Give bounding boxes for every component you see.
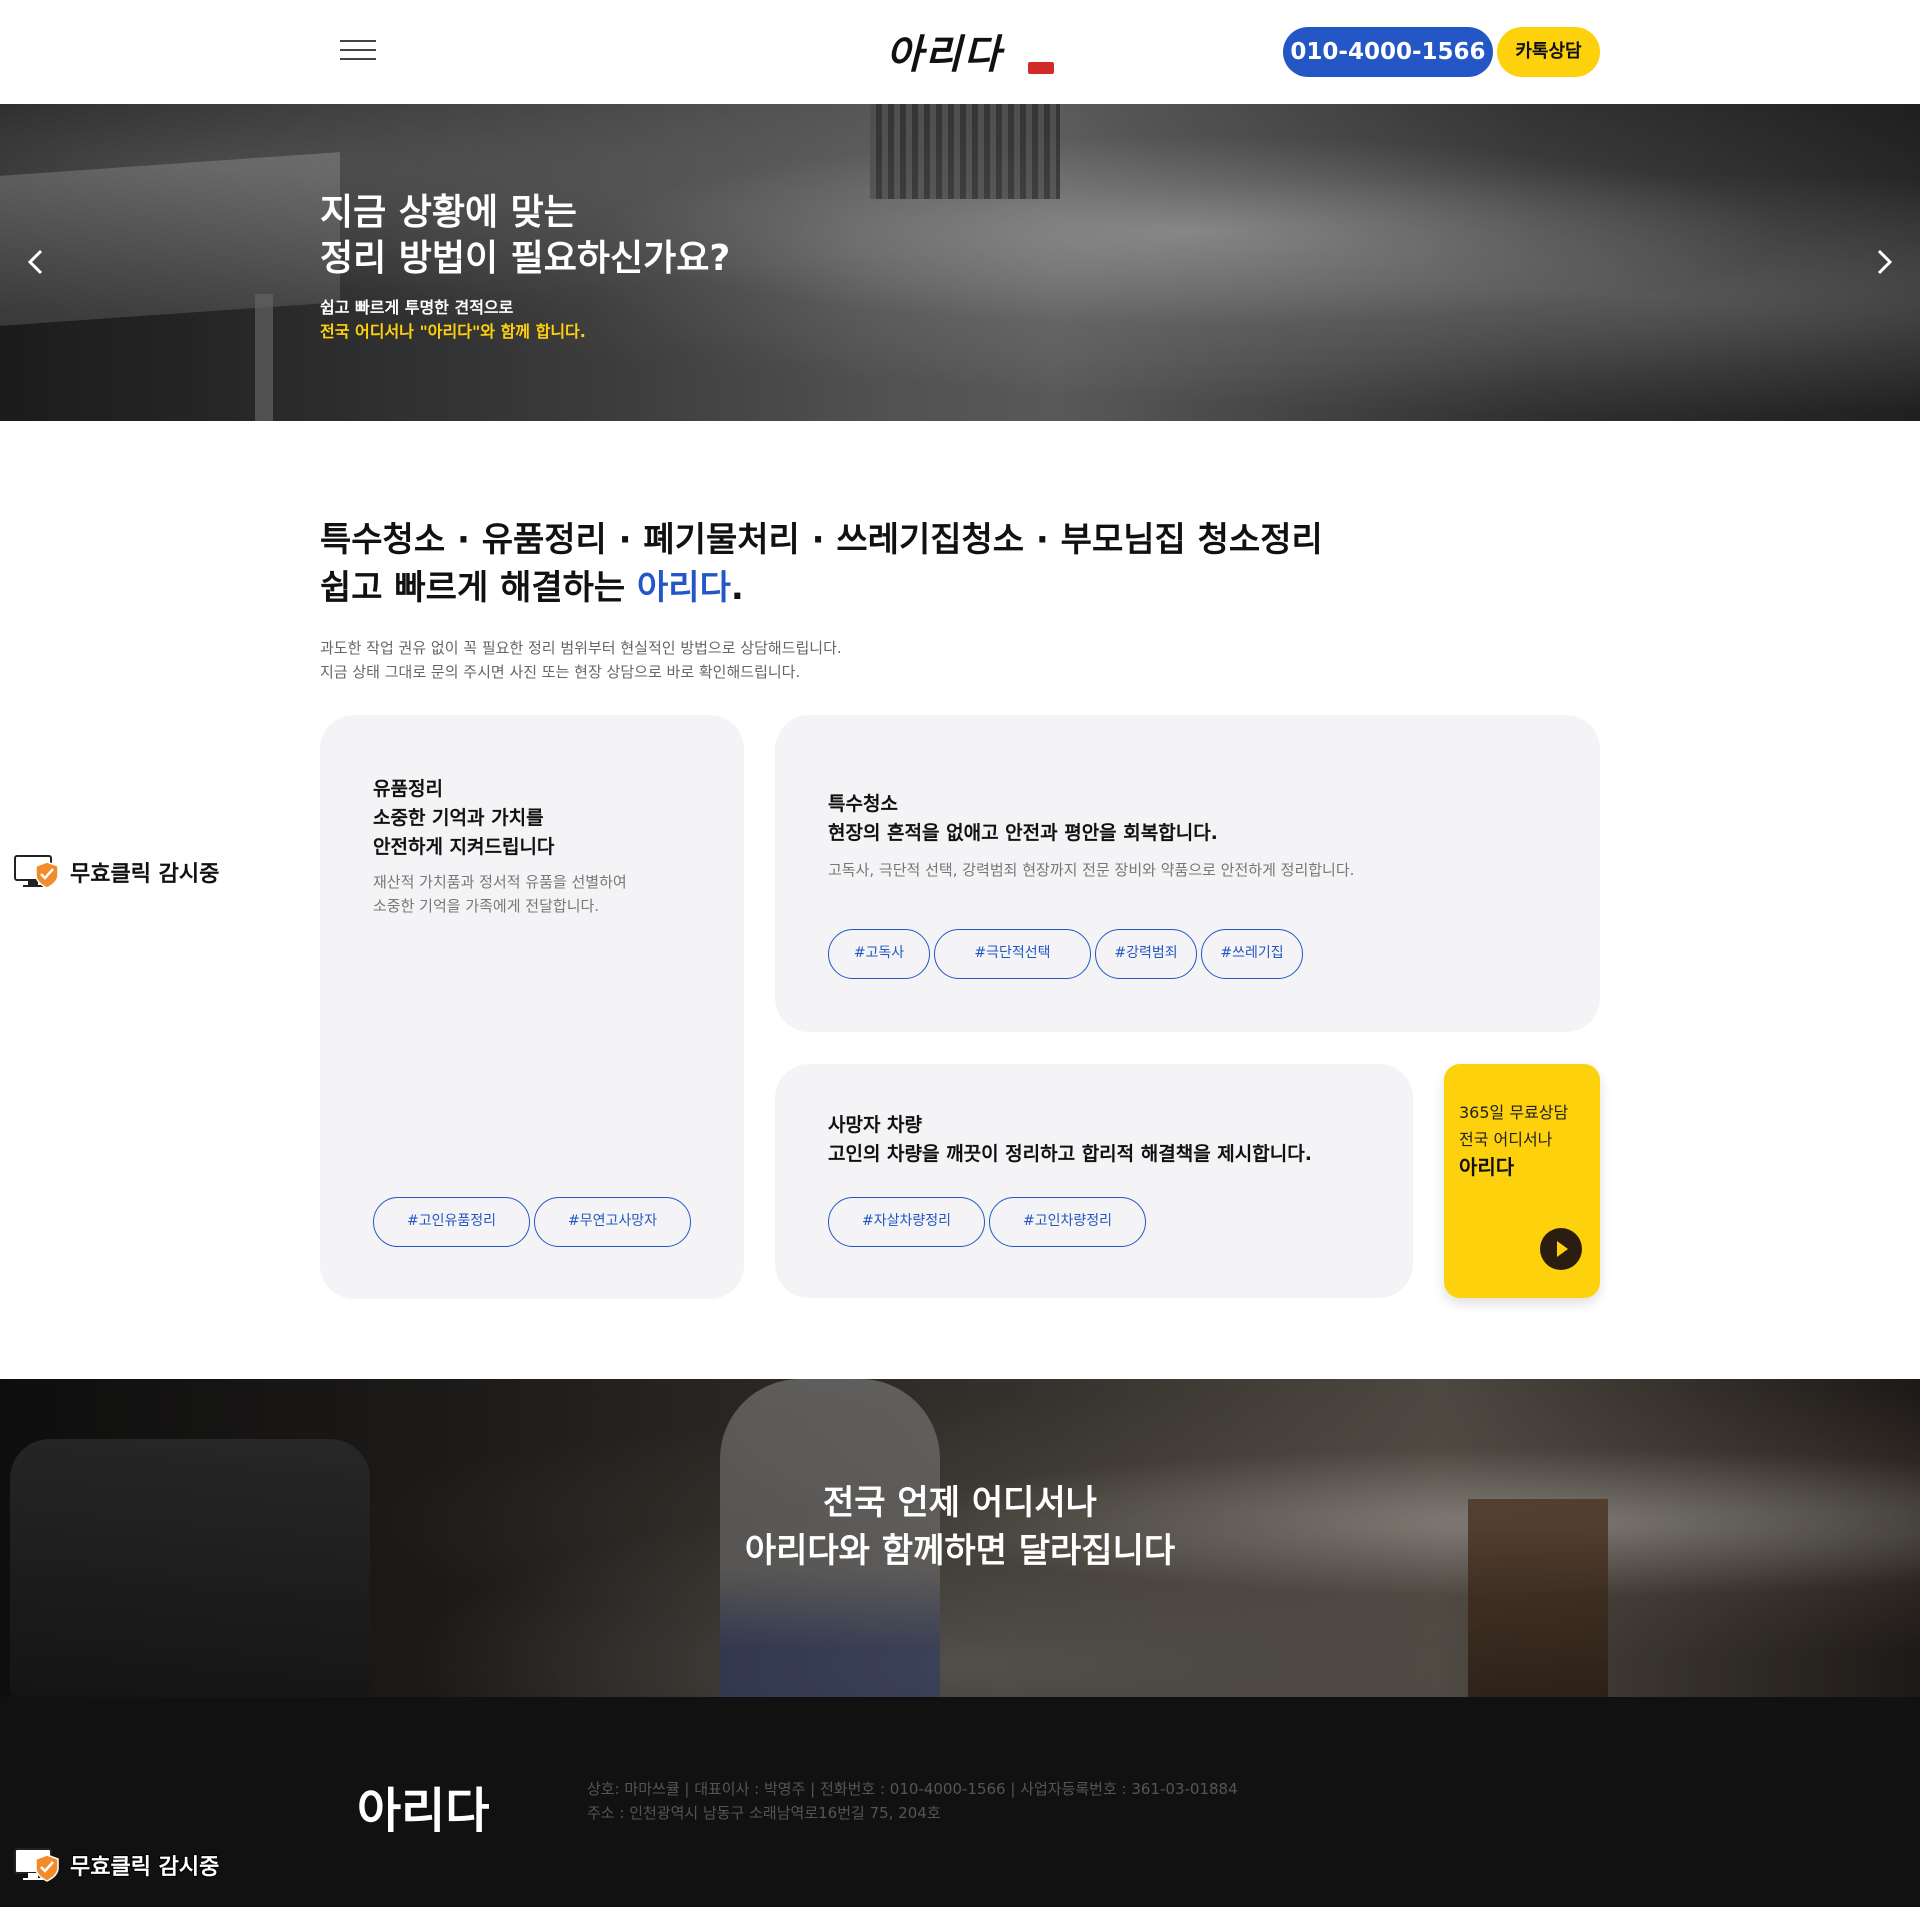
- card-relic-tags: #고인유품정리 #무연고사망자: [373, 1197, 691, 1247]
- menu-icon-bar: [340, 49, 376, 51]
- cta-text: 365일 무료상담 전국 어디서나 아리다: [1459, 1099, 1568, 1182]
- card-body: 고독사, 극단적 선택, 강력범죄 현장까지 전문 장비와 약품으로 안전하게 …: [828, 861, 1355, 879]
- card-label: 특수청소: [828, 793, 898, 815]
- site-footer: 아리다 상호: 마마쓰큘 | 대표이사 : 박영주 | 전화번호 : 010-4…: [0, 1697, 1920, 1907]
- hero-highlight: 전국 어디서나 "아리다"와 함께 합니다.: [320, 322, 586, 341]
- tag-chip[interactable]: #무연고사망자: [534, 1197, 691, 1247]
- cta-line1: 365일 무료상담: [1459, 1103, 1569, 1122]
- hero-subtitle: 쉽고 빠르게 투명한 견적으로: [320, 298, 514, 317]
- monitor-shield-icon: [14, 854, 60, 890]
- footer-logo: 아리다: [357, 1783, 490, 1839]
- card-relic-cleanup[interactable]: 유품정리 소중한 기억과 가치를 안전하게 지켜드립니다 재산적 가치품과 정서…: [320, 715, 744, 1299]
- services-desc-line1: 과도한 작업 권유 없이 꼭 필요한 정리 범위부터 현실적인 방법으로 상담해…: [320, 639, 842, 657]
- card-body-line1: 재산적 가치품과 정서적 유품을 선별하여: [373, 873, 627, 891]
- logo-stamp: [1028, 62, 1054, 74]
- services-heading: 특수청소 · 유품정리 · 폐기물처리 · 쓰레기집청소 · 부모님집 청소정리…: [320, 516, 1323, 612]
- services-description: 과도한 작업 권유 없이 꼭 필요한 정리 범위부터 현실적인 방법으로 상담해…: [320, 636, 842, 684]
- badge-label: 무효클릭 감시중: [70, 862, 220, 887]
- card-relic-text: 유품정리 소중한 기억과 가치를 안전하게 지켜드립니다 재산적 가치품과 정서…: [373, 775, 627, 918]
- hero-overlay: [0, 104, 1920, 421]
- site-header: 아리다 010-4000-1566 카톡상담: [0, 0, 1920, 104]
- services-desc-line2: 지금 상태 그대로 문의 주시면 사진 또는 현장 상담으로 바로 확인해드립니…: [320, 663, 801, 681]
- play-icon[interactable]: [1540, 1228, 1582, 1270]
- cta-line2: 전국 어디서나: [1459, 1130, 1553, 1149]
- card-vehicle-tags: #자살차량정리 #고인차량정리: [828, 1197, 1146, 1247]
- tag-chip[interactable]: #자살차량정리: [828, 1197, 985, 1247]
- card-special-cleaning[interactable]: 특수청소 현장의 흔적을 없애고 안전과 평안을 회복합니다. 고독사, 극단적…: [775, 715, 1600, 1032]
- card-label: 유품정리: [373, 778, 443, 800]
- menu-icon-bar: [340, 40, 376, 42]
- chevron-left-icon[interactable]: [18, 244, 54, 280]
- footer-info-line1: 상호: 마마쓰큘 | 대표이사 : 박영주 | 전화번호 : 010-4000-…: [587, 1780, 1238, 1798]
- footer-company-info: 상호: 마마쓰큘 | 대표이사 : 박영주 | 전화번호 : 010-4000-…: [587, 1777, 1238, 1825]
- invalid-click-badge-footer: 무효클릭 감시중: [14, 1847, 219, 1883]
- heading-text: 쉽고 빠르게 해결하는: [320, 568, 638, 608]
- card-vehicle-text: 사망자 차량 고인의 차량을 깨끗이 정리하고 합리적 해결책을 제시합니다.: [828, 1111, 1312, 1169]
- logo-text: 아리다: [886, 31, 1003, 78]
- banner-title: 전국 언제 어디서나 아리다와 함께하면 달라집니다: [744, 1483, 1176, 1571]
- tag-chip[interactable]: #고독사: [828, 929, 930, 979]
- phone-button[interactable]: 010-4000-1566: [1283, 27, 1493, 77]
- menu-icon-bar: [340, 58, 376, 60]
- chevron-right-icon[interactable]: [1866, 244, 1902, 280]
- card-title-line1: 소중한 기억과 가치를: [373, 807, 544, 829]
- monitor-shield-icon: [14, 1847, 60, 1883]
- bottom-banner: 전국 언제 어디서나 아리다와 함께하면 달라집니다: [0, 1379, 1920, 1697]
- tag-chip[interactable]: #고인차량정리: [989, 1197, 1146, 1247]
- card-title-line2: 안전하게 지켜드립니다: [373, 836, 555, 858]
- cta-brand: 아리다: [1459, 1155, 1515, 1179]
- hero-title: 지금 상황에 맞는 정리 방법이 필요하신가요?: [320, 192, 731, 279]
- tag-chip[interactable]: #쓰레기집: [1201, 929, 1303, 979]
- tag-chip[interactable]: #고인유품정리: [373, 1197, 530, 1247]
- services-heading-line1: 특수청소 · 유품정리 · 폐기물처리 · 쓰레기집청소 · 부모님집 청소정리: [320, 520, 1323, 560]
- free-consult-card[interactable]: 365일 무료상담 전국 어디서나 아리다: [1444, 1064, 1600, 1298]
- tag-chip[interactable]: #극단적선택: [934, 929, 1091, 979]
- menu-icon[interactable]: [338, 36, 378, 64]
- card-title: 고인의 차량을 깨끗이 정리하고 합리적 해결책을 제시합니다.: [828, 1143, 1312, 1165]
- card-deceased-vehicle[interactable]: 사망자 차량 고인의 차량을 깨끗이 정리하고 합리적 해결책을 제시합니다. …: [775, 1064, 1413, 1298]
- hero-slider: 지금 상황에 맞는 정리 방법이 필요하신가요? 쉽고 빠르게 투명한 견적으로…: [0, 104, 1920, 421]
- services-heading-line2: 쉽고 빠르게 해결하는 아리다.: [320, 564, 1323, 612]
- card-special-text: 특수청소 현장의 흔적을 없애고 안전과 평안을 회복합니다. 고독사, 극단적…: [828, 790, 1354, 882]
- card-label: 사망자 차량: [828, 1114, 923, 1136]
- badge-label: 무효클릭 감시중: [70, 1855, 220, 1880]
- card-body-line2: 소중한 기억을 가족에게 전달합니다.: [373, 897, 600, 915]
- heading-period: .: [730, 568, 744, 608]
- site-logo[interactable]: 아리다: [886, 18, 1066, 82]
- card-title: 현장의 흔적을 없애고 안전과 평안을 회복합니다.: [828, 822, 1218, 844]
- kakao-consult-button[interactable]: 카톡상담: [1497, 27, 1600, 77]
- heading-brand-accent: 아리다: [637, 568, 731, 608]
- invalid-click-badge: 무효클릭 감시중: [14, 854, 219, 890]
- card-special-tags: #고독사 #극단적선택 #강력범죄 #쓰레기집: [828, 929, 1303, 979]
- footer-info-line2: 주소 : 인천광역시 남동구 소래남역로16번길 75, 204호: [587, 1804, 941, 1822]
- tag-chip[interactable]: #강력범죄: [1095, 929, 1197, 979]
